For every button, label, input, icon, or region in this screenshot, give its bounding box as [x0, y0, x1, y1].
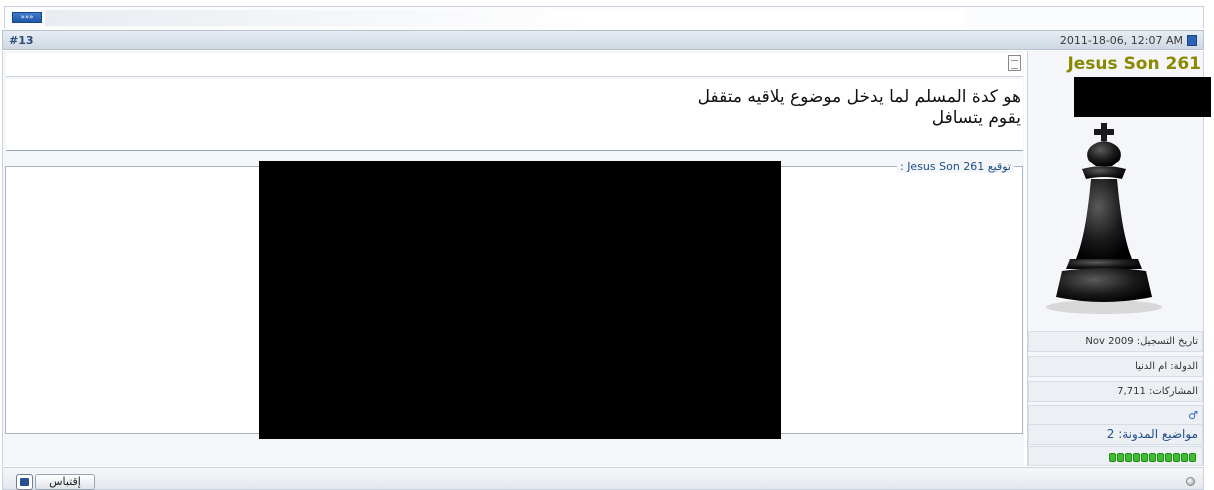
signature-legend: توقيع Jesus Son 261 :: [896, 160, 1014, 173]
reputation-point: [1109, 453, 1116, 462]
reputation-point: [1149, 453, 1156, 462]
online-status-icon: [1186, 477, 1195, 486]
country-row: الدولة: ام الدنيا: [1028, 356, 1203, 377]
post-footer: إقتباس: [2, 467, 1204, 490]
chess-king-avatar[interactable]: [1034, 121, 1174, 317]
reputation-point: [1117, 453, 1124, 462]
reputation-point: [1165, 453, 1172, 462]
username-link[interactable]: Jesus Son 261: [1067, 54, 1201, 74]
top-bar-gradient: [45, 10, 965, 26]
post-status-icon: [1187, 35, 1197, 46]
top-navigation-bar: »»»: [4, 6, 1204, 28]
post-date: 2011-18-06, 12:07 AM: [1060, 34, 1197, 47]
reputation-point: [1189, 453, 1196, 462]
reputation-point: [1173, 453, 1180, 462]
message-body: هو كدة المسلم لما يدخل موضوع يلاقيه متقف…: [6, 79, 1023, 151]
posts-count-row: المشاركات: 7,711: [1028, 381, 1203, 402]
blog-topics-link[interactable]: مواضيع المدونة: 2: [1028, 424, 1203, 445]
post-content-area: هو كدة المسلم لما يدخل موضوع يلاقيه متقف…: [2, 51, 1024, 466]
signature-box: توقيع Jesus Son 261 :: [5, 160, 1023, 439]
message-line-1: هو كدة المسلم لما يدخل موضوع يلاقيه متقف…: [697, 87, 1021, 107]
document-icon: [1008, 55, 1021, 71]
reputation-point: [1157, 453, 1164, 462]
post-number-link[interactable]: #13: [9, 34, 34, 47]
join-date-row: تاريخ التسجيل: Nov 2009: [1028, 331, 1203, 352]
reputation-bar: [1109, 453, 1196, 462]
post-date-text: 2011-18-06, 12:07 AM: [1059, 34, 1183, 47]
user-title-image: [1074, 77, 1211, 117]
quote-button[interactable]: إقتباس: [35, 474, 95, 490]
post-header: #13 2011-18-06, 12:07 AM: [2, 30, 1204, 50]
gender-row: ♂: [1028, 405, 1203, 426]
reputation-point: [1181, 453, 1188, 462]
message-line-2: يقوم يتسافل: [931, 108, 1021, 128]
reputation-point: [1141, 453, 1148, 462]
signature-image: [259, 161, 781, 439]
user-info-sidebar: Jesus Son 261 تاريخ التسجيل: Nov 2009 ال…: [1027, 51, 1211, 466]
reputation-row: [1028, 446, 1203, 466]
reputation-point: [1125, 453, 1132, 462]
message-title-bar: [6, 53, 1023, 77]
next-post-button[interactable]: »»»: [12, 12, 42, 23]
reputation-point: [1133, 453, 1140, 462]
multi-quote-button[interactable]: [16, 474, 33, 490]
male-icon: ♂: [1188, 409, 1198, 422]
